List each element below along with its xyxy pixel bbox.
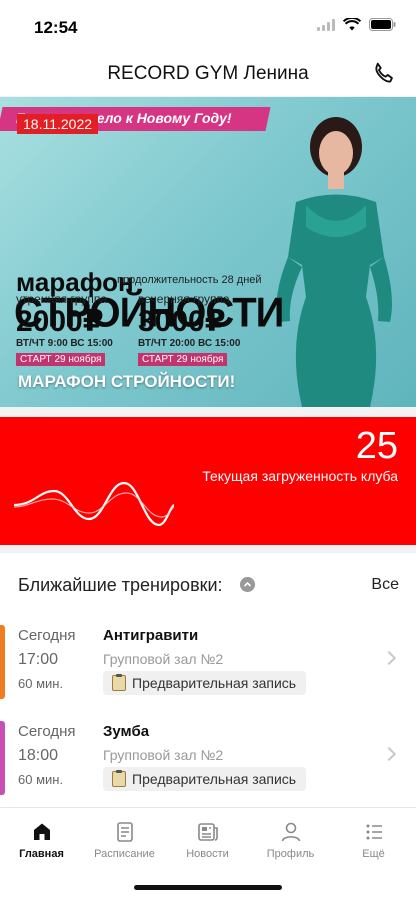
date-badge: 18.11.2022 (17, 114, 99, 134)
see-all-link[interactable]: Все (371, 576, 399, 594)
group-price: 2000₽ (16, 305, 104, 338)
group-start: СТАРТ 29 ноября (138, 353, 228, 366)
status-icons (317, 18, 396, 31)
training-name: Антигравити (103, 627, 199, 644)
training-day: Сегодня (18, 627, 76, 644)
promo-banner[interactable]: Готовим тело к Новому Году! 18.11.2022 м… (0, 97, 416, 407)
tab-label: Главная (19, 848, 64, 860)
tab-home[interactable]: Главная (0, 820, 83, 860)
upcoming-trainings-section: Ближайшие тренировки: Все Сегодня 17:00 … (0, 553, 416, 807)
chevron-up-icon[interactable] (240, 577, 255, 592)
group-time: ВТ/ЧТ 20:00 ВС 15:00 (138, 338, 241, 349)
training-duration: 60 мин. (18, 772, 64, 787)
tab-more[interactable]: Ещё (332, 820, 415, 860)
schedule-icon (116, 822, 133, 842)
training-day: Сегодня (18, 723, 76, 740)
booking-tag: Предварительная запись (103, 671, 307, 695)
club-load-value: 25 (355, 425, 398, 467)
booking-tag: Предварительная запись (103, 767, 307, 791)
woman-figure (276, 117, 392, 407)
chevron-right-icon (381, 746, 397, 762)
wifi-icon (343, 18, 361, 31)
news-icon (197, 823, 218, 841)
training-row[interactable]: Сегодня 18:00 60 мин. Зумба Групповой за… (0, 721, 416, 803)
tab-label: Расписание (94, 848, 155, 860)
app-header: RECORD GYM Ленина (0, 52, 416, 96)
club-load-card: 25 Текущая загруженность клуба (0, 417, 416, 545)
tab-label: Профиль (266, 848, 315, 860)
training-time: 17:00 (18, 651, 59, 668)
training-duration: 60 мин. (18, 676, 64, 691)
profile-icon (281, 822, 300, 842)
training-row[interactable]: Сегодня 17:00 60 мин. Антигравити Группо… (0, 625, 416, 707)
training-name: Зумба (103, 723, 150, 740)
status-bar: 12:54 (0, 0, 416, 52)
load-wave-graphic (14, 481, 174, 527)
tab-label: Новости (186, 848, 229, 860)
training-accent (0, 721, 5, 795)
training-room: Групповой зал №2 (103, 747, 224, 763)
tab-schedule[interactable]: Расписание (83, 820, 166, 860)
club-load-label: Текущая загруженность клуба (202, 468, 398, 484)
tab-profile[interactable]: Профиль (249, 820, 332, 860)
tab-label: Ещё (362, 848, 385, 860)
phone-icon[interactable] (370, 60, 398, 88)
tab-news[interactable]: Новости (166, 820, 249, 860)
training-room: Групповой зал №2 (103, 651, 224, 667)
home-indicator (134, 885, 282, 890)
training-accent (0, 625, 5, 699)
section-title: Ближайшие тренировки: (18, 575, 223, 595)
chevron-right-icon (381, 650, 397, 666)
home-icon (33, 823, 50, 840)
booking-tag-label: Предварительная запись (132, 675, 297, 691)
booking-tag-label: Предварительная запись (132, 771, 297, 787)
evening-group: вечерняя группа 3000₽ ВТ/ЧТ 20:00 ВС 15:… (138, 292, 248, 367)
cellular-signal-icon (317, 18, 335, 31)
morning-group: утренняя группа 2000₽ ВТ/ЧТ 9:00 ВС 15:0… (16, 292, 126, 367)
clipboard-icon (112, 674, 126, 691)
group-name: вечерняя группа (138, 292, 230, 306)
status-time: 12:54 (34, 18, 78, 37)
training-time: 18:00 (18, 747, 59, 764)
club-title: RECORD GYM Ленина (107, 63, 309, 84)
clipboard-icon (112, 770, 126, 787)
more-icon (366, 824, 382, 840)
battery-icon (369, 18, 396, 31)
group-start: СТАРТ 29 ноября (16, 353, 106, 366)
banner-duration: продолжительность 28 дней (117, 274, 262, 286)
banner-caption: МАРАФОН СТРОЙНОСТИ! (18, 372, 236, 391)
group-name: утренняя группа (16, 292, 108, 306)
group-time: ВТ/ЧТ 9:00 ВС 15:00 (16, 338, 113, 349)
group-price: 3000₽ (138, 305, 226, 338)
